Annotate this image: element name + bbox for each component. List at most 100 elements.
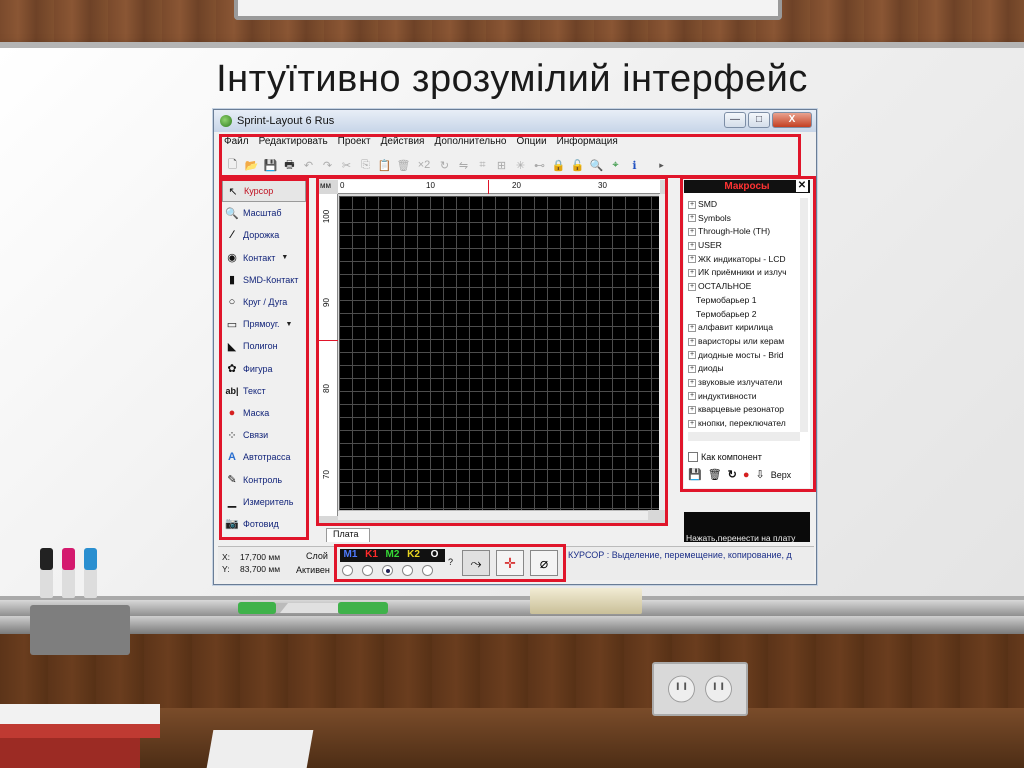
tool-circle[interactable]: ○ Круг / Дуга — [222, 291, 306, 313]
expand-icon[interactable]: + — [688, 255, 696, 264]
expand-icon[interactable]: + — [688, 378, 696, 387]
menu-actions[interactable]: Действия — [381, 136, 425, 151]
open-folder-icon[interactable]: 📂 — [243, 157, 260, 174]
list-item[interactable]: + звуковые излучатели — [688, 376, 800, 390]
list-item[interactable]: + алфавит кирилица — [688, 321, 800, 335]
horizontal-scrollbar[interactable] — [338, 510, 648, 520]
help-icon[interactable]: ? — [448, 557, 453, 567]
ungroup-icon[interactable]: ⊞ — [493, 157, 510, 174]
radio-o[interactable] — [422, 565, 433, 576]
layer-k1[interactable]: K1 — [361, 549, 382, 562]
list-item[interactable]: + ОСТАЛЬНОЕ — [688, 280, 800, 294]
toolbar-more-icon[interactable]: ▸ — [653, 157, 670, 174]
tool-shape[interactable]: ✿ Фигура — [222, 358, 306, 380]
info-icon[interactable]: ℹ — [626, 157, 643, 174]
expand-icon[interactable]: + — [688, 419, 696, 428]
tool-photoview[interactable]: 📷 Фотовид — [222, 513, 306, 535]
list-item[interactable]: + Through-Hole (TH) — [688, 225, 800, 239]
radio-m1[interactable] — [342, 565, 353, 576]
mirror-icon[interactable]: ⇋ — [455, 157, 472, 174]
list-item[interactable]: + кнопки, переключател — [688, 417, 800, 428]
tool-polygon[interactable]: ◣ Полигон — [222, 335, 306, 357]
refresh-icon[interactable]: ↻ — [728, 468, 737, 481]
radio-m2[interactable] — [382, 565, 393, 576]
tool-zoom[interactable]: 🔍 Масштаб — [222, 202, 306, 224]
close-button[interactable]: X — [772, 112, 812, 128]
vertical-scrollbar[interactable] — [659, 194, 667, 510]
layer-m2[interactable]: M2 — [382, 549, 403, 562]
expand-icon[interactable]: + — [688, 351, 696, 360]
tab-board[interactable]: Плата — [326, 528, 370, 542]
highlight-icon[interactable]: ✳ — [512, 157, 529, 174]
list-item[interactable]: + Symbols — [688, 212, 800, 226]
menu-file[interactable]: Файл — [224, 136, 249, 151]
menu-options[interactable]: Опции — [516, 136, 546, 151]
layer-o[interactable]: O — [424, 549, 445, 562]
trash-icon[interactable]: 🗑 — [708, 468, 722, 481]
menu-edit[interactable]: Редактировать — [259, 136, 328, 151]
as-component-checkbox[interactable]: Как компонент — [688, 452, 762, 462]
expand-icon[interactable]: + — [688, 228, 696, 237]
maximize-button[interactable]: □ — [748, 112, 770, 128]
list-item[interactable]: + ИК приёмники и излуч — [688, 266, 800, 280]
radio-k1[interactable] — [362, 565, 373, 576]
tool-track[interactable]: ∕ Дорожка — [222, 224, 306, 246]
list-item[interactable]: + SMD — [688, 198, 800, 212]
drop-icon[interactable]: ⌀ — [530, 550, 558, 576]
rotate-icon[interactable]: ↻ — [436, 157, 453, 174]
pcb-grid[interactable] — [339, 196, 661, 510]
list-item[interactable]: Термобарьер 1 — [688, 294, 800, 308]
tool-control[interactable]: ✎ Контроль — [222, 468, 306, 490]
tool-measure[interactable]: ▁ Измеритель — [222, 491, 306, 513]
radio-k2[interactable] — [402, 565, 413, 576]
macros-hscrollbar[interactable] — [688, 432, 800, 441]
tool-smd-pad[interactable]: ▮ SMD-Контакт — [222, 269, 306, 291]
expand-icon[interactable]: + — [688, 392, 696, 401]
tool-rectangle[interactable]: ▭ Прямоуг. ▼ — [222, 313, 306, 335]
chevron-down-icon[interactable]: ▼ — [281, 254, 288, 261]
layer-m1[interactable]: M1 — [340, 549, 361, 562]
list-item[interactable]: + USER — [688, 239, 800, 253]
record-icon[interactable]: ● — [743, 469, 750, 481]
list-item[interactable]: + индуктивности — [688, 390, 800, 404]
list-item[interactable]: + варисторы или керам — [688, 335, 800, 349]
macros-vscrollbar[interactable] — [800, 198, 808, 432]
minimize-button[interactable]: — — [724, 112, 746, 128]
expand-icon[interactable]: + — [688, 214, 696, 223]
copy-icon[interactable]: ⎘ — [357, 157, 374, 174]
paste-icon[interactable]: 📋 — [376, 157, 393, 174]
checkbox-box[interactable] — [688, 452, 698, 462]
expand-icon[interactable]: + — [688, 323, 696, 332]
list-item[interactable]: + ЖК индикаторы - LCD — [688, 253, 800, 267]
expand-icon[interactable]: + — [688, 406, 696, 415]
crop-icon[interactable]: ⌖ — [607, 157, 624, 174]
crosshair-icon[interactable]: ✛ — [496, 550, 524, 576]
menu-extra[interactable]: Дополнительно — [434, 136, 506, 151]
tool-connections[interactable]: ⁘ Связи — [222, 424, 306, 446]
top-side-label[interactable]: Верх — [771, 470, 791, 480]
expand-icon[interactable]: + — [688, 241, 696, 250]
expand-icon[interactable]: + — [688, 337, 696, 346]
tool-mask[interactable]: ● Маска — [222, 402, 306, 424]
expand-icon[interactable]: + — [688, 269, 696, 278]
group-icon[interactable]: ⌗ — [474, 157, 491, 174]
export-icon[interactable]: ⇩ — [756, 468, 765, 481]
list-item[interactable]: + диоды — [688, 362, 800, 376]
expand-icon[interactable]: + — [688, 282, 696, 291]
unlock-icon[interactable]: 🔓 — [569, 157, 586, 174]
tool-autoroute[interactable]: A Автотрасса — [222, 446, 306, 468]
close-icon[interactable]: ✕ — [796, 180, 808, 192]
tool-text[interactable]: ab| Текст — [222, 380, 306, 402]
duplicate-icon[interactable]: ×2 — [414, 157, 434, 174]
tool-cursor[interactable]: ↖ Курсор — [222, 180, 306, 203]
list-item[interactable]: + диодные мосты - Brid — [688, 349, 800, 363]
expand-icon[interactable]: + — [688, 364, 696, 373]
chevron-down-icon[interactable]: ▼ — [286, 321, 293, 328]
menu-project[interactable]: Проект — [338, 136, 371, 151]
layer-k2[interactable]: K2 — [403, 549, 424, 562]
connect-icon[interactable]: ⊷ — [531, 157, 548, 174]
cut-icon[interactable]: ✂ — [338, 157, 355, 174]
route-mode-icon[interactable]: ⤳ — [462, 550, 490, 576]
expand-icon[interactable]: + — [688, 200, 696, 209]
redo-icon[interactable]: ↷ — [319, 157, 336, 174]
